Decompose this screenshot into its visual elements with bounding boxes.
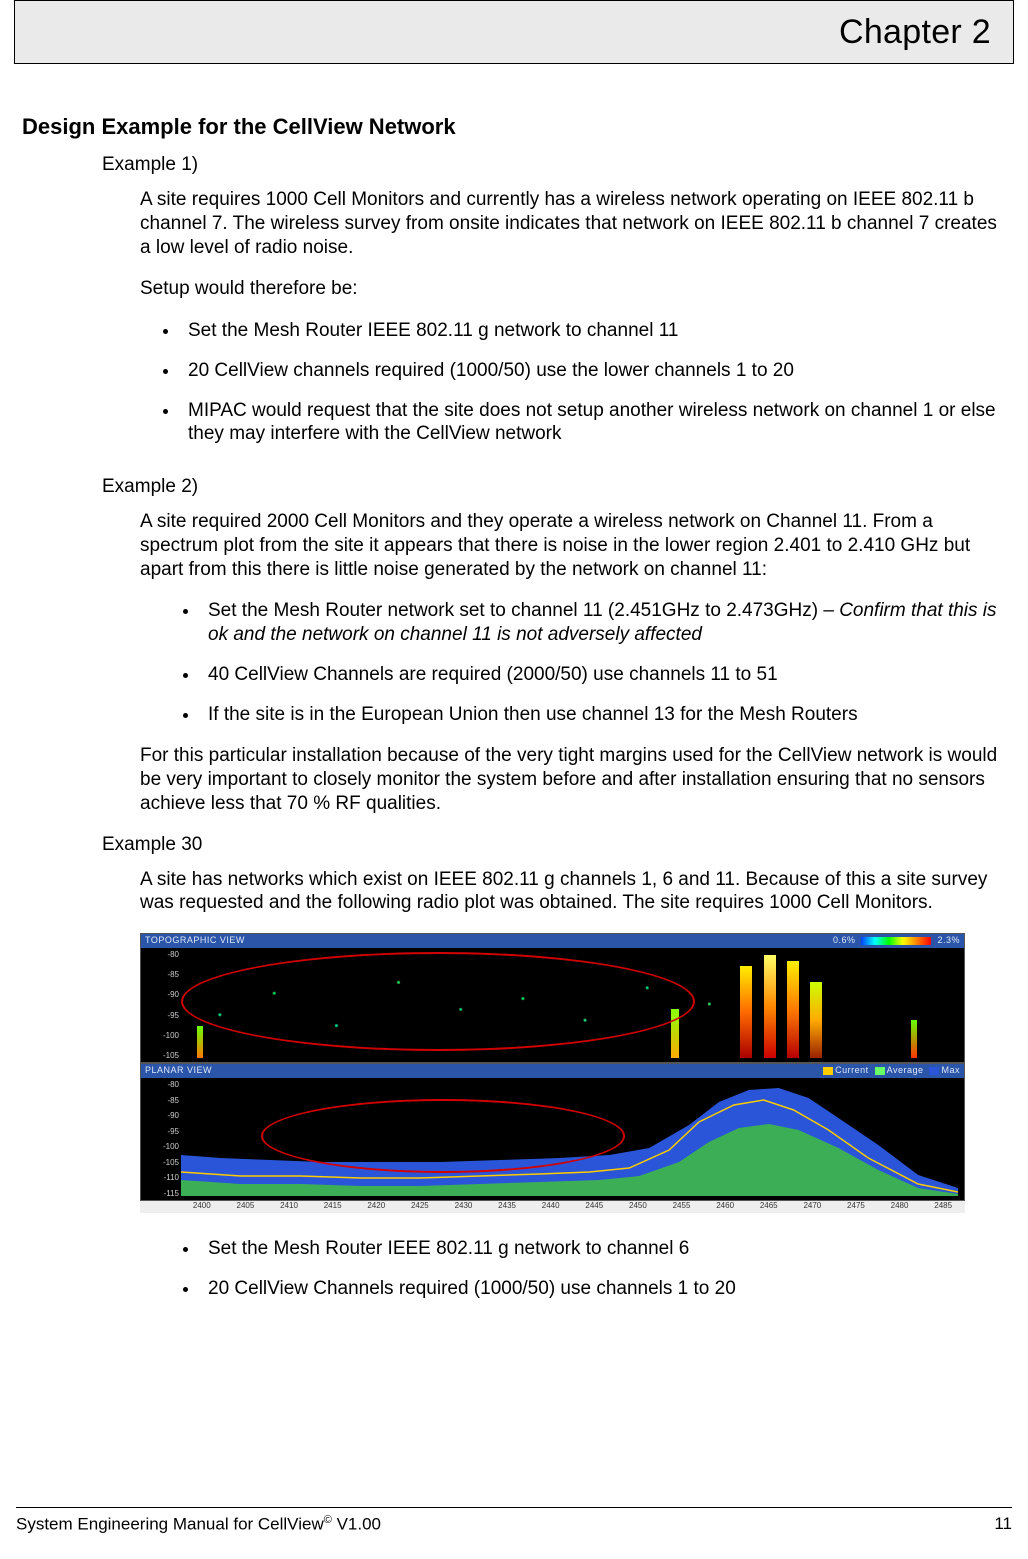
planar-title: PLANAR VIEW (145, 1065, 212, 1075)
x-tick: 2465 (747, 1201, 791, 1213)
highlight-ellipse (261, 1099, 625, 1173)
x-tick: 2475 (834, 1201, 878, 1213)
y-tick: -100 (145, 1142, 179, 1151)
spectrum-figure: TOPOGRAPHIC VIEW 0.6% 2.3% -80 -85 -90 -… (140, 933, 965, 1213)
spectrum-peak (810, 982, 822, 1058)
y-tick: -90 (145, 990, 179, 999)
y-tick: -90 (145, 1111, 179, 1120)
y-tick: -115 (145, 1189, 179, 1198)
x-tick: 2415 (311, 1201, 355, 1213)
list-item: If the site is in the European Union the… (200, 703, 1006, 727)
spectrum-peak (740, 966, 752, 1058)
example2-bullets: Set the Mesh Router network set to chann… (160, 599, 1006, 726)
x-tick: 2425 (398, 1201, 442, 1213)
example3-bullets: Set the Mesh Router IEEE 802.11 g networ… (160, 1237, 1006, 1301)
bullet-text: Set the Mesh Router network set to chann… (208, 600, 839, 621)
page-number: 11 (994, 1514, 1012, 1535)
y-tick: -105 (145, 1158, 179, 1167)
topographic-title: TOPOGRAPHIC VIEW (145, 935, 245, 945)
footer-left: System Engineering Manual for CellView© … (16, 1514, 381, 1535)
y-tick: -95 (145, 1127, 179, 1136)
topographic-scale: 0.6% 2.3% (833, 935, 960, 945)
x-tick: 2455 (660, 1201, 704, 1213)
page: Chapter 2 Design Example for the CellVie… (0, 0, 1028, 1559)
x-tick: 2440 (529, 1201, 573, 1213)
section-title: Design Example for the CellView Network (22, 114, 1006, 140)
scale-low: 0.6% (833, 935, 856, 945)
y-tick: -80 (145, 1080, 179, 1089)
planar-titlebar: PLANAR VIEW Current Average Max (141, 1064, 964, 1078)
y-tick: -95 (145, 1011, 179, 1020)
example2-para1: A site required 2000 Cell Monitors and t… (140, 510, 1006, 581)
legend-current: Current (835, 1065, 869, 1075)
content: Design Example for the CellView Network … (0, 64, 1028, 1301)
legend-swatch-average (875, 1067, 885, 1075)
list-item: Set the Mesh Router IEEE 802.11 g networ… (180, 319, 1006, 343)
example2-label: Example 2) (102, 476, 1006, 498)
planar-panel: PLANAR VIEW Current Average Max -80 -85 … (140, 1063, 965, 1201)
highlight-ellipse (181, 952, 695, 1051)
x-tick: 2470 (791, 1201, 835, 1213)
y-tick: -105 (145, 1051, 179, 1060)
x-tick: 2485 (921, 1201, 965, 1213)
legend-swatch-max (929, 1067, 939, 1075)
y-tick: -80 (145, 950, 179, 959)
copyright-icon: © (324, 1514, 332, 1526)
x-tick: 2430 (442, 1201, 486, 1213)
x-tick: 2400 (180, 1201, 224, 1213)
chapter-header: Chapter 2 (14, 0, 1014, 64)
planar-legend: Current Average Max (823, 1065, 960, 1075)
spectrum-peak (787, 961, 799, 1058)
scale-high: 2.3% (937, 935, 960, 945)
y-tick: -100 (145, 1031, 179, 1040)
footer-version: V1.00 (332, 1515, 381, 1534)
list-item: MIPAC would request that the site does n… (180, 399, 1006, 447)
y-tick: -85 (145, 970, 179, 979)
example1-para2: Setup would therefore be: (140, 277, 1006, 301)
example2-para2: For this particular installation because… (140, 744, 1006, 815)
x-tick: 2410 (267, 1201, 311, 1213)
example1-label: Example 1) (102, 154, 1006, 176)
list-item: Set the Mesh Router IEEE 802.11 g networ… (200, 1237, 1006, 1261)
x-tick: 2420 (354, 1201, 398, 1213)
spectrum-peak (197, 1026, 203, 1058)
x-tick: 2460 (703, 1201, 747, 1213)
example1-bullets: Set the Mesh Router IEEE 802.11 g networ… (140, 319, 1006, 446)
color-gradient-icon (861, 937, 931, 945)
page-footer: System Engineering Manual for CellView© … (16, 1507, 1012, 1535)
x-tick: 2480 (878, 1201, 922, 1213)
y-tick: -110 (145, 1173, 179, 1182)
x-axis: 2400 2405 2410 2415 2420 2425 2430 2435 … (140, 1201, 965, 1213)
legend-average: Average (887, 1065, 924, 1075)
topographic-titlebar: TOPOGRAPHIC VIEW 0.6% 2.3% (141, 934, 964, 948)
example1-para1: A site requires 1000 Cell Monitors and c… (140, 188, 1006, 259)
example3-para1: A site has networks which exist on IEEE … (140, 868, 1006, 916)
x-tick: 2450 (616, 1201, 660, 1213)
spectrum-peak (764, 955, 776, 1058)
example3-label: Example 30 (102, 834, 1006, 856)
list-item: Set the Mesh Router network set to chann… (200, 599, 1006, 647)
x-tick: 2435 (485, 1201, 529, 1213)
list-item: 20 CellView channels required (1000/50) … (180, 359, 1006, 383)
x-tick: 2405 (224, 1201, 268, 1213)
list-item: 40 CellView Channels are required (2000/… (200, 663, 1006, 687)
legend-swatch-current (823, 1067, 833, 1075)
x-tick: 2445 (572, 1201, 616, 1213)
spectrum-peak (911, 1020, 917, 1058)
y-tick: -85 (145, 1096, 179, 1105)
planar-y-axis: -80 -85 -90 -95 -100 -105 -110 -115 (145, 1080, 179, 1198)
list-item: 20 CellView Channels required (1000/50) … (200, 1277, 1006, 1301)
footer-doc-title: System Engineering Manual for CellView (16, 1515, 324, 1534)
chapter-title: Chapter 2 (839, 13, 991, 52)
topographic-panel: TOPOGRAPHIC VIEW 0.6% 2.3% -80 -85 -90 -… (140, 933, 965, 1063)
legend-max: Max (941, 1065, 960, 1075)
topographic-y-axis: -80 -85 -90 -95 -100 -105 (145, 950, 179, 1060)
